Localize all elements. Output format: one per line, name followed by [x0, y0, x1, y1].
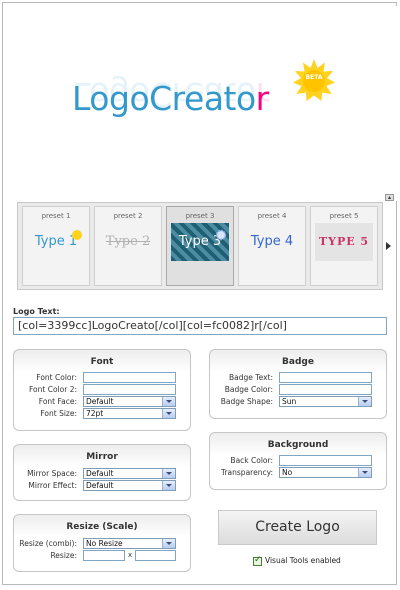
font-size-value: 72pt	[86, 409, 104, 418]
back-color-label: Back Color:	[230, 456, 273, 465]
preset-item-2[interactable]: preset 2 Type 2	[94, 206, 162, 286]
logo-text-label: Logo Text:	[13, 307, 60, 316]
font-face-select[interactable]: Default	[83, 396, 176, 407]
resize-label: Resize:	[50, 551, 77, 560]
transparency-value: No	[282, 468, 293, 477]
transparency-label: Transparency:	[220, 468, 273, 477]
mirror-space-select[interactable]: Default	[83, 468, 176, 479]
badge-shape-label: Badge Shape:	[220, 397, 273, 406]
logo-reflection: LogoCreator	[72, 75, 269, 114]
chevron-down-icon	[358, 468, 371, 477]
chevron-down-icon	[162, 481, 175, 490]
font-color-field[interactable]	[83, 372, 176, 383]
font-color2-field[interactable]	[83, 384, 176, 395]
badge-shape-select[interactable]: Sun	[279, 396, 372, 407]
chevron-down-icon	[358, 397, 371, 406]
resize-width-field[interactable]	[83, 550, 125, 561]
collapse-preview-button[interactable]: ▴	[385, 194, 394, 201]
preset-thumbnail: Type 2	[105, 234, 151, 249]
back-color-field[interactable]	[279, 455, 372, 466]
mirror-effect-select[interactable]: Default	[83, 480, 176, 491]
preset-thumbnail: Type 1	[27, 223, 85, 261]
badge-color-field[interactable]	[279, 384, 372, 395]
resize-combi-value: No Resize	[86, 539, 123, 548]
font-face-label: Font Face:	[38, 397, 77, 406]
resize-height-field[interactable]	[135, 550, 176, 561]
badge-color-label: Badge Color:	[224, 385, 273, 394]
beta-badge-text: BETA	[305, 74, 323, 81]
mirror-effect-label: Mirror Effect:	[28, 481, 77, 490]
preset-thumbnail: Type 4	[250, 234, 294, 249]
preset-label: preset 2	[113, 212, 143, 220]
preset-item-3[interactable]: preset 3 Type 3	[166, 206, 234, 286]
chevron-down-icon	[162, 539, 175, 548]
preset-item-4[interactable]: preset 4 Type 4	[238, 206, 306, 286]
panel-title: Resize (Scale)	[66, 522, 138, 532]
sun-badge-icon	[72, 230, 82, 240]
preset-label: preset 1	[41, 212, 71, 220]
badge-text-label: Badge Text:	[229, 373, 273, 382]
preset-item-1[interactable]: preset 1 Type 1	[22, 206, 90, 286]
panel-title: Badge	[282, 357, 314, 367]
preset-thumbnail: TYPE 5	[315, 223, 373, 261]
preset-label: preset 5	[329, 212, 359, 220]
mirror-effect-value: Default	[86, 481, 114, 490]
gear-badge-icon	[215, 229, 227, 241]
resize-combi-select[interactable]: No Resize	[83, 538, 176, 549]
font-size-select[interactable]: 72pt	[83, 408, 176, 419]
panel-title: Font	[90, 357, 114, 367]
preset-thumbnail: Type 3	[171, 223, 229, 261]
visual-tools-option[interactable]: Visual Tools enabled	[253, 555, 341, 566]
font-color2-label: Font Color 2:	[29, 385, 77, 394]
logo-preview: LogoCreator LogoCreator BETA	[6, 6, 399, 201]
preset-label: preset 3	[185, 212, 215, 220]
font-face-value: Default	[86, 397, 114, 406]
mirror-space-label: Mirror Space:	[27, 469, 77, 478]
panel-title: Background	[267, 440, 329, 450]
create-logo-button[interactable]: Create Logo	[218, 510, 377, 545]
chevron-down-icon	[162, 409, 175, 418]
visual-tools-label: Visual Tools enabled	[265, 556, 341, 565]
font-color-label: Font Color:	[36, 373, 77, 382]
resize-combi-label: Resize (combi):	[19, 539, 77, 548]
preset-strip: preset 1 Type 1 preset 2 Type 2 preset 3…	[17, 202, 383, 290]
chevron-down-icon	[162, 397, 175, 406]
font-size-label: Font Size:	[40, 409, 77, 418]
badge-text-field[interactable]	[279, 372, 372, 383]
preset-next-arrow-icon[interactable]	[386, 242, 391, 250]
badge-shape-value: Sun	[282, 397, 297, 406]
chevron-down-icon	[162, 469, 175, 478]
logo-text-input[interactable]: [col=3399cc]LogoCreato[/col][col=fc0082]…	[13, 317, 387, 335]
preset-item-5[interactable]: preset 5 TYPE 5	[310, 206, 378, 286]
transparency-select[interactable]: No	[279, 467, 372, 478]
panel-title: Mirror	[86, 452, 118, 462]
preset-label: preset 4	[257, 212, 287, 220]
mirror-space-value: Default	[86, 469, 114, 478]
resize-x-separator: x	[128, 551, 133, 559]
visual-tools-checkbox[interactable]	[253, 555, 262, 566]
